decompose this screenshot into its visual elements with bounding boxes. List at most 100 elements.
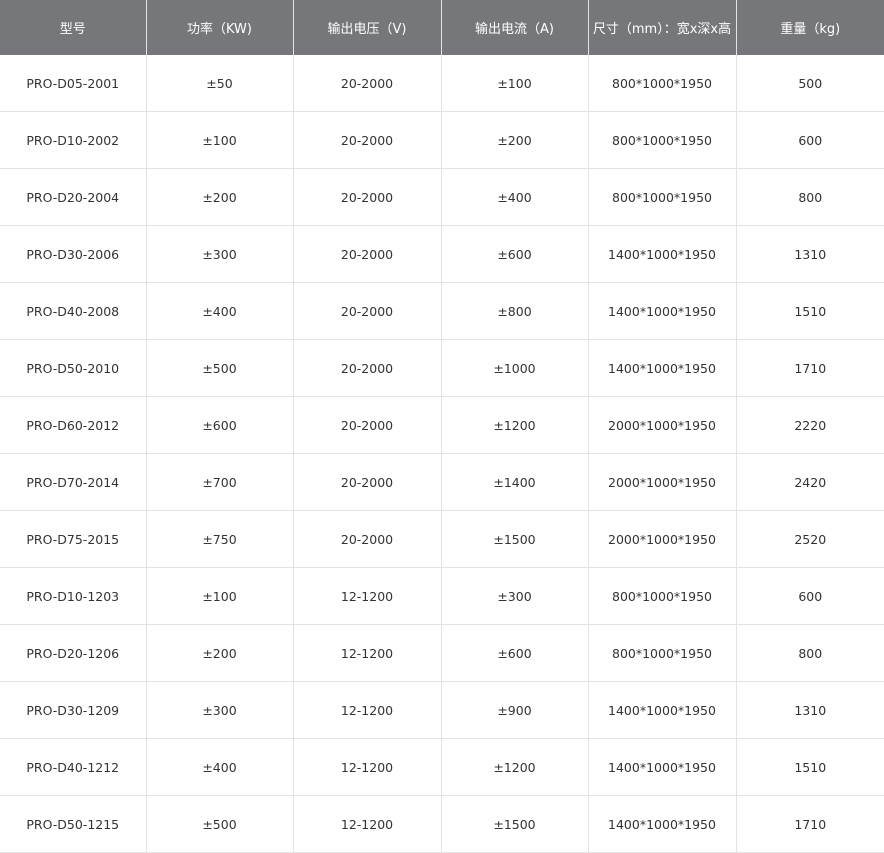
cell-weight: 1710 xyxy=(736,795,884,853)
cell-output-current: ±600 xyxy=(441,624,589,682)
cell-model: PRO-D75-2015 xyxy=(0,510,147,568)
cell-dimensions: 800*1000*1950 xyxy=(588,55,737,112)
cell-power: ±200 xyxy=(146,168,294,226)
cell-dimensions: 1400*1000*1950 xyxy=(588,282,737,340)
cell-output-voltage: 12-1200 xyxy=(293,624,442,682)
cell-output-voltage: 12-1200 xyxy=(293,681,442,739)
cell-output-current: ±400 xyxy=(441,168,589,226)
cell-weight: 1310 xyxy=(736,681,884,739)
cell-power: ±600 xyxy=(146,396,294,454)
table-row: PRO-D60-2012 ±600 20-2000 ±1200 2000*1000*19… xyxy=(0,396,884,454)
spec-table: 型号 功率（KW) 输出电压（V) 输出电流（A) 尺寸（mm）：宽x深x高 重… xyxy=(0,0,884,853)
cell-model: PRO-D70-2014 xyxy=(0,453,147,511)
cell-output-current: ±1500 xyxy=(441,510,589,568)
cell-weight: 800 xyxy=(736,624,884,682)
cell-output-voltage: 20-2000 xyxy=(293,453,442,511)
cell-output-current: ±1200 xyxy=(441,738,589,796)
table-row: PRO-D20-2004 ±200 20-2000 ±400 800*1000*1950… xyxy=(0,168,884,226)
cell-model: PRO-D50-2010 xyxy=(0,339,147,397)
table-row: PRO-D50-1215 ±500 12-1200 ±1500 1400*1000*19… xyxy=(0,795,884,853)
cell-weight: 2520 xyxy=(736,510,884,568)
cell-output-current: ±1500 xyxy=(441,795,589,853)
cell-model: PRO-D50-1215 xyxy=(0,795,147,853)
cell-model: PRO-D40-1212 xyxy=(0,738,147,796)
cell-dimensions: 800*1000*1950 xyxy=(588,624,737,682)
cell-dimensions: 2000*1000*1950 xyxy=(588,510,737,568)
cell-weight: 2220 xyxy=(736,396,884,454)
cell-dimensions: 1400*1000*1950 xyxy=(588,738,737,796)
cell-power: ±500 xyxy=(146,795,294,853)
table-row: PRO-D70-2014 ±700 20-2000 ±1400 2000*1000*19… xyxy=(0,453,884,511)
cell-model: PRO-D40-2008 xyxy=(0,282,147,340)
table-row: PRO-D30-2006 ±300 20-2000 ±600 1400*1000*195… xyxy=(0,225,884,283)
cell-model: PRO-D10-2002 xyxy=(0,111,147,169)
cell-weight: 1510 xyxy=(736,738,884,796)
cell-model: PRO-D20-2004 xyxy=(0,168,147,226)
cell-power: ±300 xyxy=(146,681,294,739)
cell-model: PRO-D60-2012 xyxy=(0,396,147,454)
cell-model: PRO-D05-2001 xyxy=(0,55,147,112)
cell-output-voltage: 20-2000 xyxy=(293,111,442,169)
cell-weight: 600 xyxy=(736,567,884,625)
cell-dimensions: 800*1000*1950 xyxy=(588,111,737,169)
table-row: PRO-D50-2010 ±500 20-2000 ±1000 1400*1000*19… xyxy=(0,339,884,397)
cell-dimensions: 2000*1000*1950 xyxy=(588,396,737,454)
table-row: PRO-D10-1203 ±100 12-1200 ±300 800*1000*1950… xyxy=(0,567,884,625)
cell-output-current: ±100 xyxy=(441,55,589,112)
header-output-current: 输出电流（A) xyxy=(441,0,589,55)
cell-weight: 800 xyxy=(736,168,884,226)
cell-model: PRO-D30-2006 xyxy=(0,225,147,283)
table-header: 型号 功率（KW) 输出电压（V) 输出电流（A) 尺寸（mm）：宽x深x高 重… xyxy=(0,0,884,55)
cell-output-current: ±300 xyxy=(441,567,589,625)
table-row: PRO-D30-1209 ±300 12-1200 ±900 1400*1000*195… xyxy=(0,681,884,739)
cell-weight: 1310 xyxy=(736,225,884,283)
cell-output-current: ±200 xyxy=(441,111,589,169)
header-model: 型号 xyxy=(0,0,147,55)
cell-power: ±100 xyxy=(146,567,294,625)
cell-output-current: ±1200 xyxy=(441,396,589,454)
cell-power: ±750 xyxy=(146,510,294,568)
table-row: PRO-D10-2002 ±100 20-2000 ±200 800*1000*1950… xyxy=(0,111,884,169)
cell-weight: 2420 xyxy=(736,453,884,511)
cell-dimensions: 1400*1000*1950 xyxy=(588,339,737,397)
cell-power: ±50 xyxy=(146,55,294,112)
table-row: PRO-D20-1206 ±200 12-1200 ±600 800*1000*1950… xyxy=(0,624,884,682)
table-body: PRO-D05-2001 ±50 20-2000 ±100 800*1000*1950 5… xyxy=(0,55,884,853)
header-weight: 重量（kg) xyxy=(736,0,884,55)
header-row: 型号 功率（KW) 输出电压（V) 输出电流（A) 尺寸（mm）：宽x深x高 重… xyxy=(0,0,884,55)
cell-output-current: ±900 xyxy=(441,681,589,739)
table-row: PRO-D75-2015 ±750 20-2000 ±1500 2000*1000*19… xyxy=(0,510,884,568)
header-dimensions: 尺寸（mm）：宽x深x高 xyxy=(588,0,737,55)
cell-weight: 600 xyxy=(736,111,884,169)
cell-output-current: ±800 xyxy=(441,282,589,340)
header-output-voltage: 输出电压（V) xyxy=(293,0,442,55)
cell-output-voltage: 12-1200 xyxy=(293,738,442,796)
cell-weight: 1510 xyxy=(736,282,884,340)
cell-output-voltage: 12-1200 xyxy=(293,795,442,853)
cell-weight: 1710 xyxy=(736,339,884,397)
cell-dimensions: 1400*1000*1950 xyxy=(588,795,737,853)
cell-power: ±700 xyxy=(146,453,294,511)
cell-power: ±200 xyxy=(146,624,294,682)
cell-output-voltage: 20-2000 xyxy=(293,510,442,568)
cell-dimensions: 800*1000*1950 xyxy=(588,168,737,226)
cell-output-voltage: 20-2000 xyxy=(293,168,442,226)
cell-dimensions: 1400*1000*1950 xyxy=(588,681,737,739)
cell-output-voltage: 20-2000 xyxy=(293,396,442,454)
table-row: PRO-D40-1212 ±400 12-1200 ±1200 1400*1000*19… xyxy=(0,738,884,796)
cell-dimensions: 1400*1000*1950 xyxy=(588,225,737,283)
cell-power: ±100 xyxy=(146,111,294,169)
cell-output-current: ±600 xyxy=(441,225,589,283)
cell-output-voltage: 12-1200 xyxy=(293,567,442,625)
cell-output-voltage: 20-2000 xyxy=(293,225,442,283)
header-power: 功率（KW) xyxy=(146,0,294,55)
cell-output-current: ±1400 xyxy=(441,453,589,511)
cell-dimensions: 2000*1000*1950 xyxy=(588,453,737,511)
table-row: PRO-D05-2001 ±50 20-2000 ±100 800*1000*1950 5… xyxy=(0,55,884,112)
cell-weight: 500 xyxy=(736,55,884,112)
cell-model: PRO-D30-1209 xyxy=(0,681,147,739)
cell-output-current: ±1000 xyxy=(441,339,589,397)
cell-model: PRO-D10-1203 xyxy=(0,567,147,625)
cell-power: ±300 xyxy=(146,225,294,283)
cell-output-voltage: 20-2000 xyxy=(293,55,442,112)
